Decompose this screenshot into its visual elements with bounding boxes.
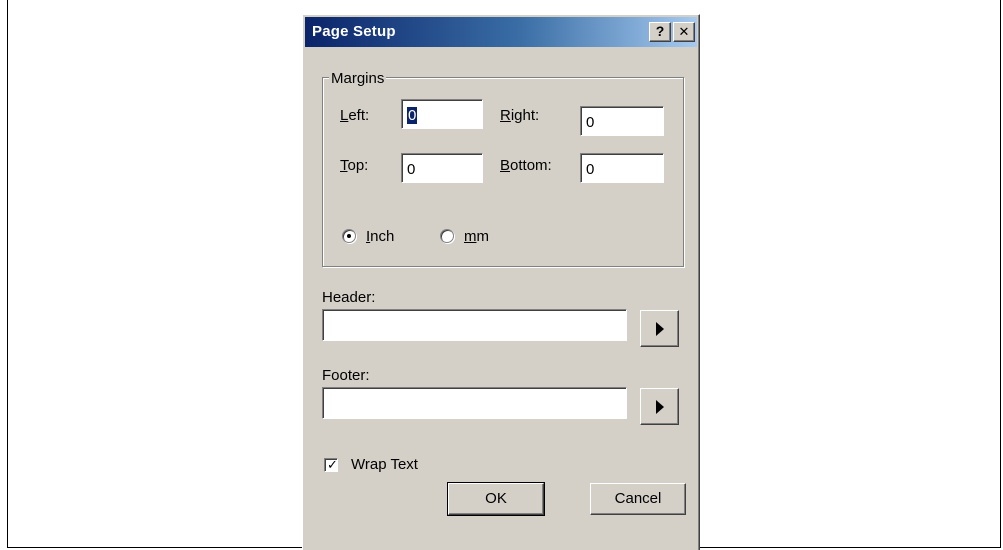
bottom-margin-label: Bottom: (500, 157, 552, 174)
mm-radio-label[interactable]: mm (464, 228, 489, 245)
page-setup-dialog: Page Setup ? ✕ Margins Left: 0 Right: 0 … (302, 14, 700, 550)
left-margin-input[interactable]: 0 (401, 99, 483, 129)
header-insert-button[interactable] (640, 310, 679, 347)
bottom-margin-input[interactable]: 0 (580, 153, 664, 183)
radio-selected-dot (347, 234, 351, 238)
left-margin-label: Left: (340, 107, 370, 124)
wrap-text-checkbox[interactable]: ✓ (324, 458, 338, 472)
inch-radio[interactable] (342, 229, 356, 243)
inch-radio-label[interactable]: Inch (366, 228, 394, 245)
mm-radio[interactable] (440, 229, 454, 243)
dialog-titlebar[interactable]: Page Setup ? ✕ (305, 17, 697, 47)
top-margin-label: Top: (340, 157, 369, 174)
top-margin-input[interactable]: 0 (401, 153, 483, 183)
play-right-arrow-icon (656, 400, 664, 414)
footer-label: Footer: (322, 367, 370, 384)
margins-group-label: Margins (329, 70, 387, 87)
right-margin-input[interactable]: 0 (580, 106, 664, 136)
play-right-arrow-icon (656, 322, 664, 336)
checkmark-icon: ✓ (327, 457, 338, 472)
ok-button[interactable]: OK (447, 482, 545, 516)
close-button[interactable]: ✕ (673, 22, 695, 42)
header-input[interactable] (322, 309, 627, 341)
help-button[interactable]: ? (649, 22, 671, 42)
dialog-title: Page Setup (312, 23, 396, 40)
header-label: Header: (322, 289, 376, 306)
wrap-text-label[interactable]: Wrap Text (351, 456, 418, 473)
footer-input[interactable] (322, 387, 627, 419)
footer-insert-button[interactable] (640, 388, 679, 425)
cancel-button[interactable]: Cancel (590, 483, 686, 515)
right-margin-label: Right: (500, 107, 540, 124)
